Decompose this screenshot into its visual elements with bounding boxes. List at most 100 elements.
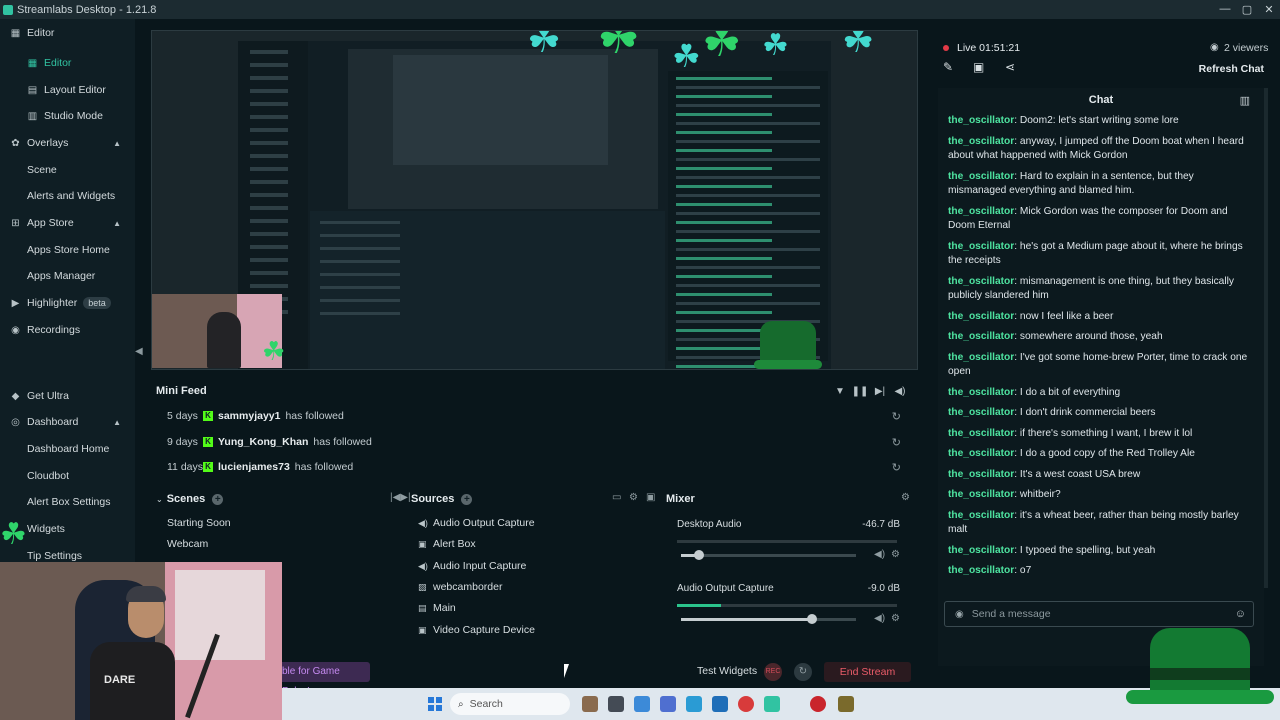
sidebar-item-highlighter[interactable]: ▶ Highlighter beta [0, 293, 135, 313]
chat-username[interactable]: the_oscillator [948, 489, 1014, 500]
refresh-chat-button[interactable]: Refresh Chat [1199, 63, 1264, 75]
sidebar-item-get-ultra[interactable]: ◆ Get Ultra [0, 386, 135, 406]
channel-settings-icon[interactable]: ⚙ [891, 613, 900, 624]
sidebar-item-apps-store-home[interactable]: Apps Store Home [0, 240, 135, 260]
scene-item[interactable]: Webcam [167, 538, 208, 550]
emoji-icon[interactable]: ☺ [1235, 608, 1246, 620]
scene-item[interactable]: Starting Soon [167, 517, 231, 529]
chat-username[interactable]: the_oscillator [948, 565, 1014, 576]
replay-icon[interactable]: ↻ [892, 461, 901, 474]
source-item[interactable]: ◀) Audio Output Capture [418, 517, 535, 529]
chat-username[interactable]: the_oscillator [948, 448, 1014, 459]
sidebar-item-alerts-and-widgets[interactable]: Alerts and Widgets [0, 186, 135, 206]
share-icon[interactable]: ⋖ [1005, 60, 1015, 74]
chat-username[interactable]: the_oscillator [948, 407, 1014, 418]
mute-icon[interactable]: ◀) [874, 613, 885, 624]
taskbar-app-icon[interactable] [608, 696, 624, 712]
sidebar-item-apps-manager[interactable]: Apps Manager [0, 266, 135, 286]
sidebar-item-editor-group[interactable]: ▦ Editor [0, 27, 135, 39]
source-item[interactable]: ▨ webcamborder [418, 581, 502, 593]
taskbar-app-icon[interactable] [764, 696, 780, 712]
slider-knob[interactable] [807, 614, 818, 624]
chat-input-box[interactable]: ◉ ☺ [944, 601, 1254, 627]
source-item[interactable]: ◀) Audio Input Capture [418, 560, 526, 572]
sidebar-item-overlays[interactable]: ✿ Overlays ▲ [0, 133, 135, 153]
add-scene-button[interactable]: + [212, 493, 224, 505]
record-button[interactable]: REC [764, 663, 782, 681]
chat-username[interactable]: the_oscillator [948, 331, 1014, 342]
taskbar-app-icon[interactable] [810, 696, 826, 712]
chat-username[interactable]: the_oscillator [948, 510, 1014, 521]
taskbar-app-icon[interactable] [712, 696, 728, 712]
sidebar-item-app-store[interactable]: ⊞ App Store ▲ [0, 213, 135, 233]
end-stream-button[interactable]: End Stream [824, 662, 911, 682]
chat-message-input[interactable] [971, 608, 1235, 620]
chat-username[interactable]: the_oscillator [948, 352, 1014, 363]
game-pulse-banner[interactable]: ble for Game Pulse! [280, 662, 370, 697]
sidebar-item-layout-editor[interactable]: ▤ Layout Editor [0, 80, 135, 100]
sidebar-item-studio-mode[interactable]: ▥ Studio Mode [0, 106, 135, 126]
slider-knob[interactable] [693, 550, 704, 560]
maximize-button[interactable]: ▢ [1236, 3, 1258, 16]
chat-username[interactable]: the_oscillator [948, 428, 1014, 439]
minimize-button[interactable]: — [1214, 3, 1236, 16]
taskbar-app-icon[interactable] [660, 696, 676, 712]
chat-username[interactable]: the_oscillator [948, 115, 1014, 126]
taskbar-app-icon[interactable] [686, 696, 702, 712]
sidebar-item-cloudbot[interactable]: Cloudbot [0, 466, 135, 486]
channel-settings-icon[interactable]: ⚙ [891, 549, 900, 560]
volume-slider[interactable] [681, 614, 856, 624]
mixer-channel-name: Audio Output Capture [677, 583, 774, 594]
sidebar-item-dashboard[interactable]: ◎ Dashboard ▲ [0, 412, 135, 432]
stream-preview[interactable]: ☘ ☘ ☘ ☘ ☘ ☘ ☘ [151, 30, 918, 370]
users-icon[interactable]: ▥ [1240, 94, 1250, 107]
chat-username[interactable]: the_oscillator [948, 171, 1014, 182]
source-item[interactable]: ▤ Main [418, 602, 456, 614]
taskbar-app-icon[interactable] [582, 696, 598, 712]
chat-settings-icon[interactable]: ◉ [955, 609, 964, 620]
close-button[interactable]: ✕ [1258, 3, 1280, 16]
chevron-down-icon[interactable]: ⌄ [156, 495, 163, 504]
filter-icon[interactable]: ▼ [830, 386, 850, 397]
volume-slider[interactable] [681, 550, 856, 560]
mute-icon[interactable]: ◀) [874, 549, 885, 560]
edit-icon[interactable]: ✎ [943, 60, 953, 74]
source-item[interactable]: ▣ Video Capture Device [418, 624, 535, 636]
replay-icon[interactable]: ↻ [892, 410, 901, 423]
taskbar-search[interactable]: ⌕ Search [450, 693, 570, 715]
replay-buffer-button[interactable]: ↻ [794, 663, 812, 681]
sidebar-item-recordings[interactable]: ◉ Recordings [0, 320, 135, 340]
add-source-button[interactable]: + [461, 493, 473, 505]
chat-username[interactable]: the_oscillator [948, 136, 1014, 147]
windows-start-icon[interactable] [428, 697, 442, 711]
transition-icon[interactable]: |◀▶| [390, 492, 411, 503]
sidebar-item-dashboard-home[interactable]: Dashboard Home [0, 439, 135, 459]
source-settings-icon[interactable]: ⚙ [629, 492, 638, 503]
test-widgets-button[interactable]: Test Widgets [697, 665, 757, 677]
pause-icon[interactable]: ❚❚ [850, 386, 870, 397]
skip-icon[interactable]: ▶| [870, 386, 890, 397]
chat-username[interactable]: the_oscillator [948, 545, 1014, 556]
chat-username[interactable]: the_oscillator [948, 241, 1014, 252]
chat-username[interactable]: the_oscillator [948, 276, 1014, 287]
taskbar-app-icon[interactable] [838, 696, 854, 712]
source-item[interactable]: ▣ Alert Box [418, 538, 476, 550]
chat-username[interactable]: the_oscillator [948, 311, 1014, 322]
mixer-settings-icon[interactable]: ⚙ [901, 492, 910, 503]
taskbar-app-icon[interactable] [634, 696, 650, 712]
sidebar-item-alert-box-settings[interactable]: Alert Box Settings [0, 492, 135, 512]
sidebar-item-editor[interactable]: ▦ Editor [0, 53, 135, 73]
add-folder-icon[interactable]: ▣ [646, 492, 655, 503]
replay-icon[interactable]: ↻ [892, 436, 901, 449]
chat-username[interactable]: the_oscillator [948, 206, 1014, 217]
sidebar-item-scene[interactable]: Scene [0, 160, 135, 180]
chat-username[interactable]: the_oscillator [948, 387, 1014, 398]
taskbar-app-icon[interactable] [738, 696, 754, 712]
chat-scrollbar[interactable] [1264, 88, 1268, 588]
chat-username[interactable]: the_oscillator [948, 469, 1014, 480]
folder-icon[interactable]: ▭ [612, 492, 621, 503]
collapse-sidebar-icon[interactable]: ◀ [135, 346, 143, 357]
store-icon[interactable]: ▣ [973, 60, 984, 74]
volume-icon[interactable]: ◀) [890, 386, 910, 397]
chat-message: the_oscillator: it's a wheat beer, rathe… [948, 509, 1254, 538]
